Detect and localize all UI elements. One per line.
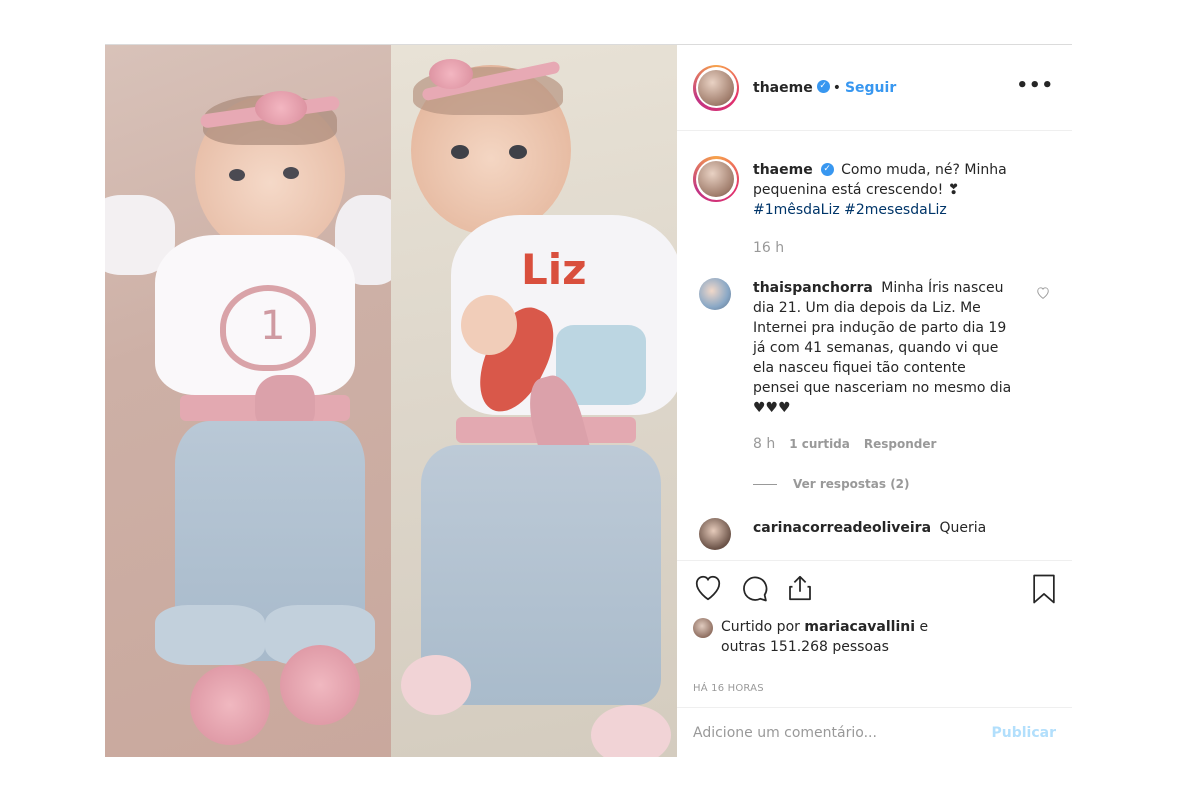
author-username[interactable]: thaeme bbox=[753, 80, 813, 96]
comment-bubble-icon[interactable] bbox=[739, 573, 771, 605]
publish-button[interactable]: Publicar bbox=[992, 725, 1057, 741]
comment-item: carinacorreadeoliveira Queria bbox=[693, 518, 1056, 550]
post-actions: Curtido por mariacavallini e outras 151.… bbox=[677, 560, 1072, 757]
author-avatar[interactable] bbox=[693, 64, 739, 111]
bookmark-icon[interactable] bbox=[1029, 573, 1061, 605]
commenter-avatar[interactable] bbox=[699, 518, 731, 550]
photo-left-month1: 1 bbox=[105, 45, 405, 757]
add-comment-bar: Publicar bbox=[677, 707, 1072, 758]
photo-right-month2: Liz bbox=[391, 45, 677, 757]
onesie-number: 1 bbox=[260, 303, 286, 349]
post-photo[interactable]: 1 Liz bbox=[105, 45, 677, 757]
comment-like-heart-icon[interactable] bbox=[1036, 286, 1050, 303]
caption: thaeme ✓ Como muda, né? Minha pequenina e… bbox=[693, 156, 1056, 258]
comment-item: thaispanchorra Minha Íris nasceu dia 21.… bbox=[693, 278, 1056, 494]
caption-avatar[interactable] bbox=[693, 156, 739, 202]
commenter-avatar[interactable] bbox=[699, 278, 731, 310]
comments-list[interactable]: thaeme ✓ Como muda, né? Minha pequenina e… bbox=[677, 132, 1072, 560]
share-icon[interactable] bbox=[785, 573, 817, 605]
comment-username[interactable]: carinacorreadeoliveira bbox=[753, 520, 931, 536]
liked-by-user[interactable]: mariacavallini bbox=[804, 619, 915, 635]
header-separator: • bbox=[832, 79, 841, 96]
comment-likes[interactable]: 1 curtida bbox=[789, 434, 850, 454]
liked-by-avatar[interactable] bbox=[693, 618, 713, 638]
liked-by-summary: Curtido por mariacavallini e outras 151.… bbox=[693, 617, 971, 657]
post-header: thaeme ✓ • Seguir ••• bbox=[677, 45, 1072, 131]
verified-badge-icon: ✓ bbox=[816, 80, 830, 93]
reply-button[interactable]: Responder bbox=[864, 434, 937, 454]
replies-divider bbox=[753, 483, 777, 485]
caption-hashtags[interactable]: #1mêsdaLiz #2mesesdaLiz bbox=[753, 202, 947, 218]
liked-others[interactable]: outras 151.268 pessoas bbox=[721, 639, 889, 655]
view-replies-label: Ver respostas (2) bbox=[793, 477, 910, 491]
caption-username[interactable]: thaeme bbox=[753, 162, 813, 178]
action-icons bbox=[693, 573, 1058, 613]
comment-text: Minha Íris nasceu dia 21. Um dia depois … bbox=[753, 280, 1012, 416]
comment-username[interactable]: thaispanchorra bbox=[753, 280, 873, 296]
liked-prefix: Curtido por bbox=[721, 619, 800, 635]
comment-text: Queria bbox=[939, 520, 987, 536]
post-timestamp[interactable]: HÁ 16 HORAS bbox=[693, 683, 764, 694]
liked-suffix: e bbox=[919, 619, 929, 635]
caption-time: 16 h bbox=[753, 240, 785, 256]
view-replies-button[interactable]: Ver respostas (2) bbox=[753, 474, 1015, 494]
like-heart-icon[interactable] bbox=[693, 573, 725, 605]
post-side-panel: thaeme ✓ • Seguir ••• thaeme ✓ Como muda,… bbox=[677, 45, 1072, 757]
comment-input[interactable] bbox=[693, 725, 992, 741]
verified-badge-icon: ✓ bbox=[820, 162, 834, 176]
more-options-icon[interactable]: ••• bbox=[1016, 75, 1054, 96]
follow-button[interactable]: Seguir bbox=[845, 80, 896, 96]
instagram-post: 1 Liz thaeme ✓ • Seguir ••• thaeme ✓ Com… bbox=[105, 44, 1072, 757]
comment-time: 8 h bbox=[753, 436, 776, 452]
onesie-name-text: Liz bbox=[521, 245, 587, 294]
